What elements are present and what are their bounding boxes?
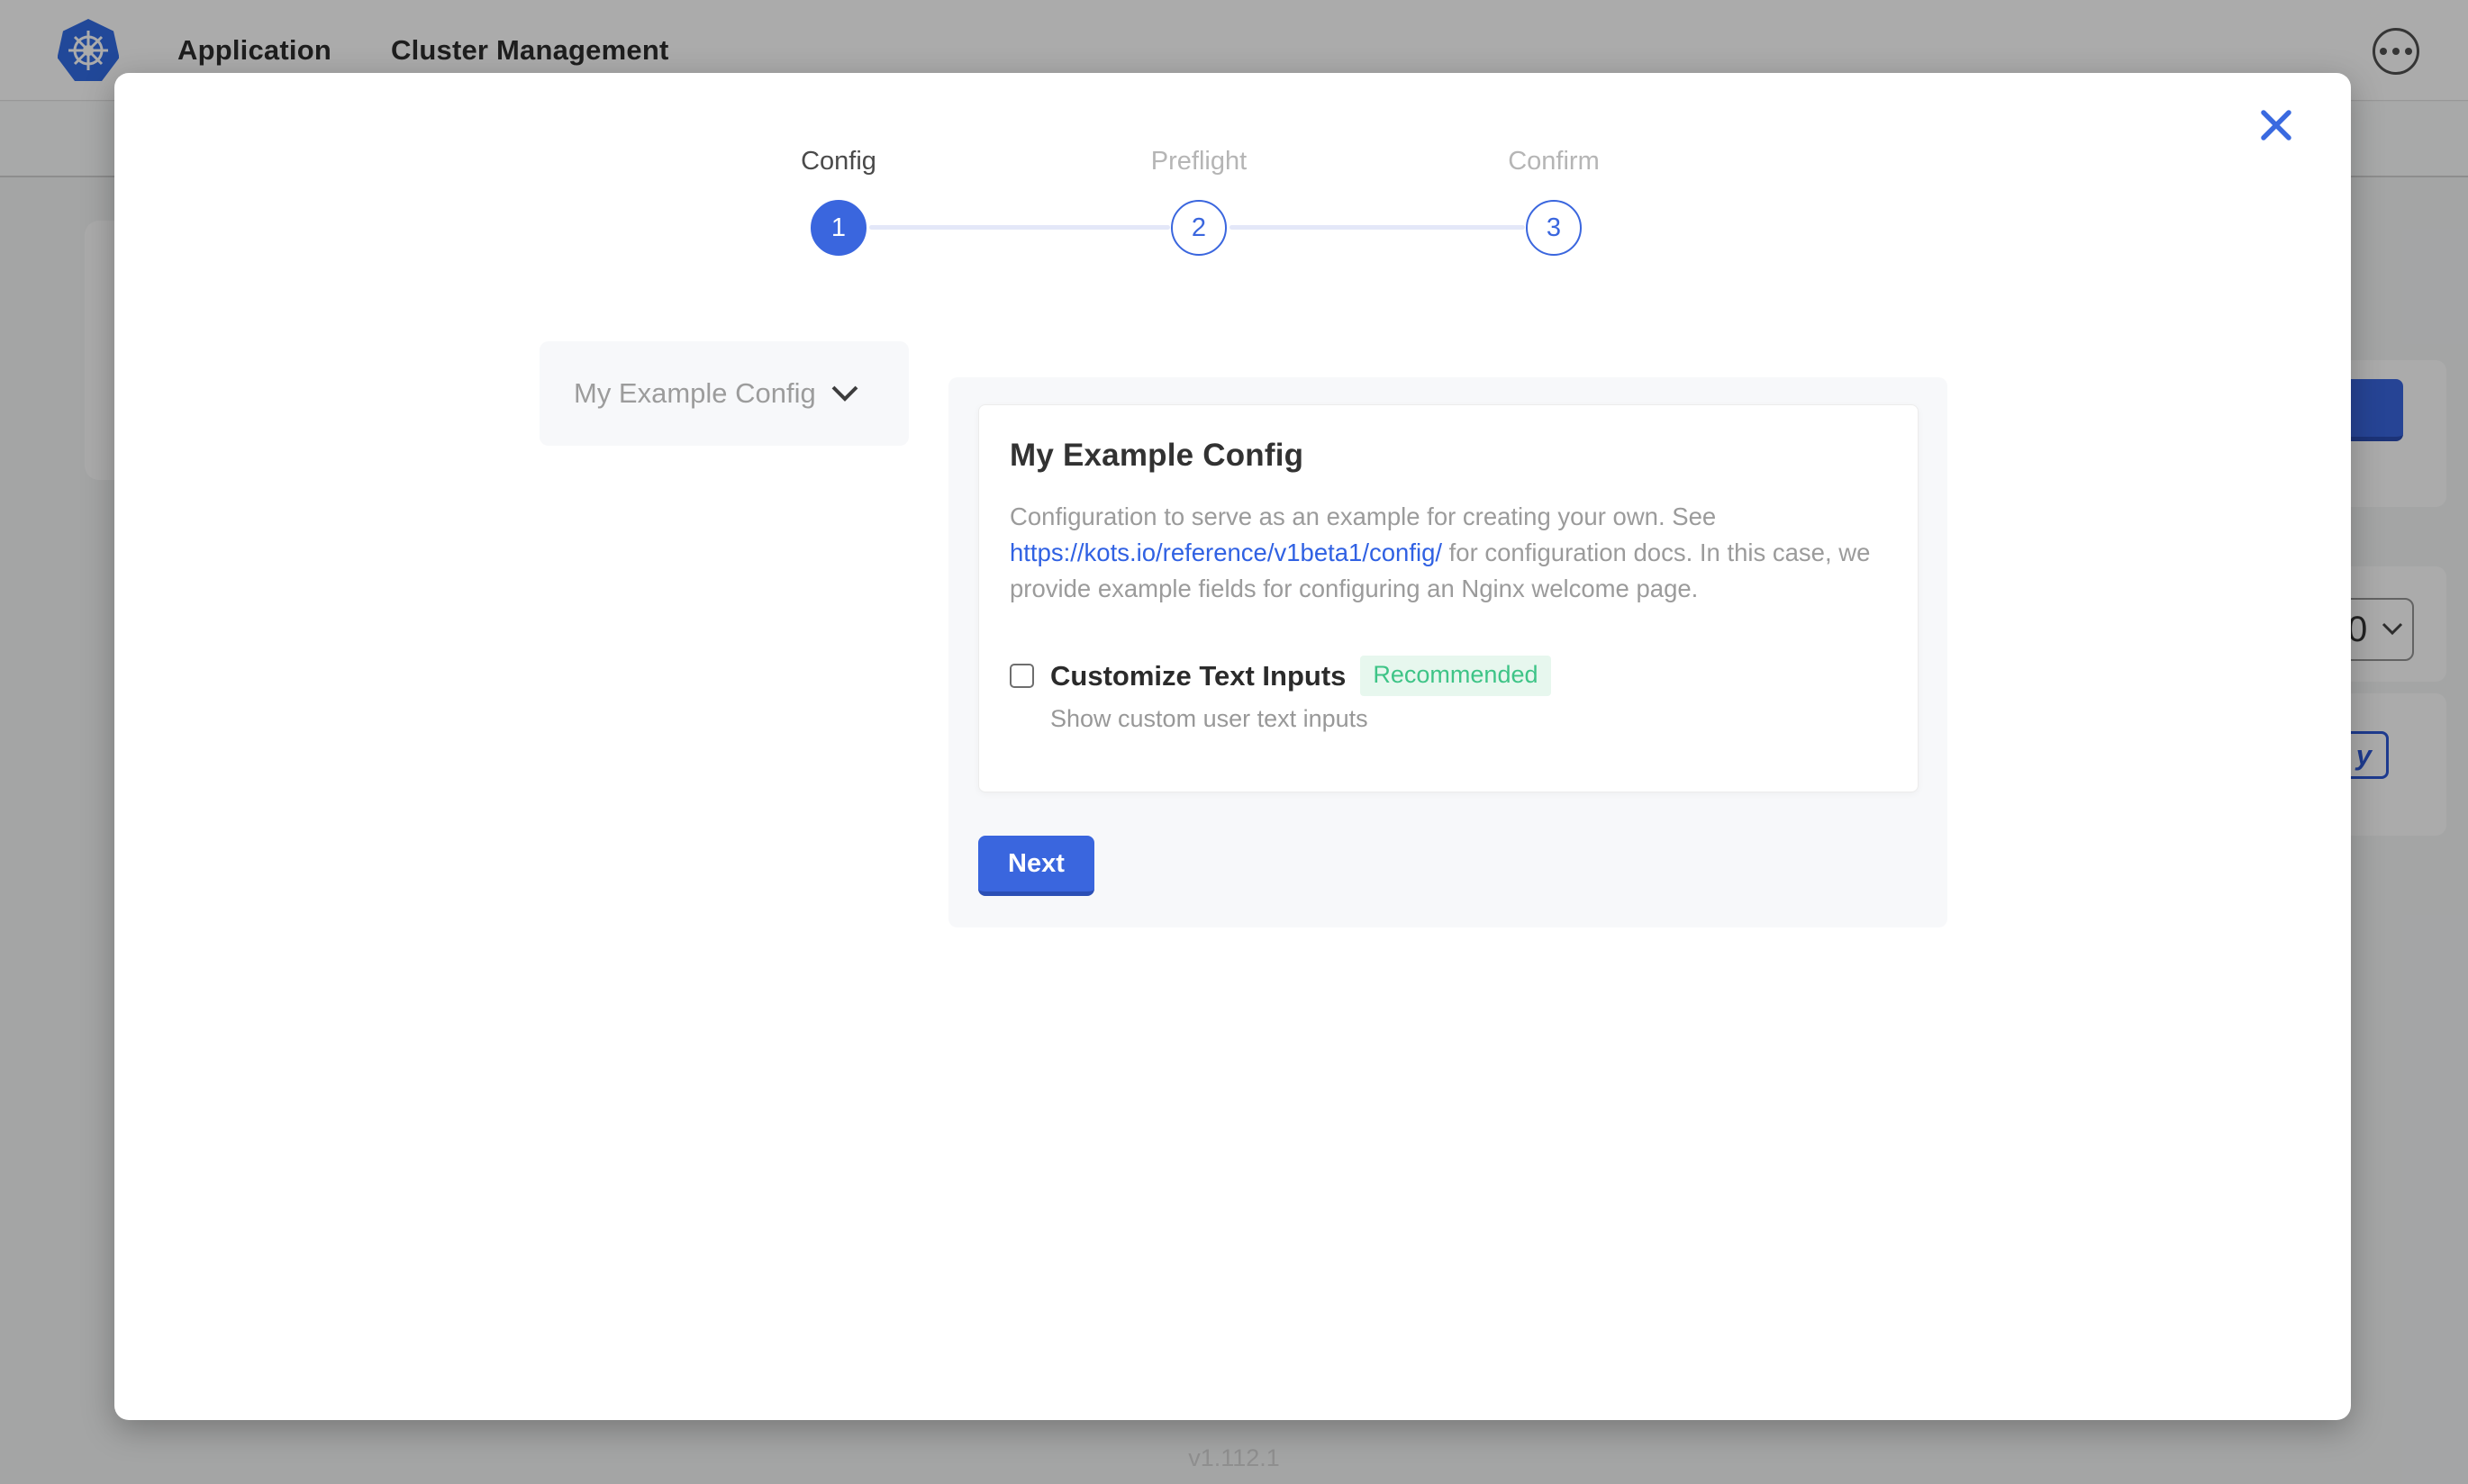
config-group-title: My Example Config [1010, 438, 1887, 474]
config-wizard-modal: Config Preflight Confirm 1 2 3 My Exampl… [114, 73, 2351, 1420]
chevron-down-icon [830, 385, 859, 403]
config-group-description: Configuration to serve as an example for… [1010, 499, 1892, 607]
step-connector [1229, 225, 1525, 230]
step-connector [869, 225, 1170, 230]
step-circle-2[interactable]: 2 [1171, 200, 1227, 256]
checkbox-help-text: Show custom user text inputs [1050, 705, 1887, 733]
description-text: Configuration to serve as an example for… [1010, 502, 1716, 530]
step-circle-1[interactable]: 1 [811, 200, 867, 256]
config-group-card: My Example Config Configuration to serve… [978, 404, 1919, 792]
checkbox-row: Customize Text Inputs Recommended [1010, 656, 1887, 696]
step-label-confirm: Confirm [1419, 147, 1689, 176]
config-group-dropdown-label: My Example Config [574, 377, 816, 410]
checkbox-label[interactable]: Customize Text Inputs [1050, 660, 1346, 692]
config-group-dropdown[interactable]: My Example Config [540, 341, 909, 446]
next-button[interactable]: Next [978, 836, 1094, 896]
close-icon[interactable] [2256, 105, 2296, 145]
customize-text-inputs-checkbox[interactable] [1010, 664, 1034, 688]
config-panel: My Example Config Configuration to serve… [948, 377, 1947, 928]
step-label-config: Config [703, 147, 974, 176]
recommended-badge: Recommended [1360, 656, 1550, 696]
config-docs-link[interactable]: https://kots.io/reference/v1beta1/config… [1010, 538, 1442, 566]
step-circle-3[interactable]: 3 [1526, 200, 1582, 256]
step-label-preflight: Preflight [1064, 147, 1334, 176]
